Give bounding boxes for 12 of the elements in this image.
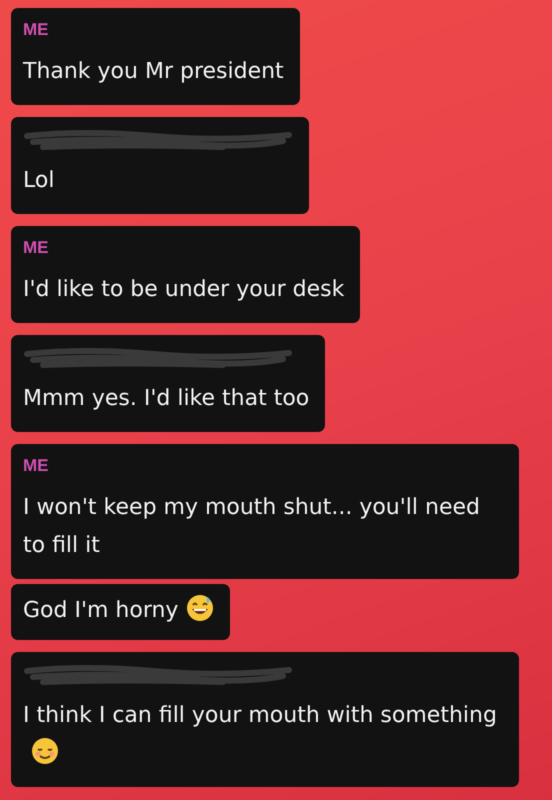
sweat-smile-emoji-icon (186, 594, 214, 622)
message-text: I think I can fill your mouth with something (23, 697, 503, 773)
sender-label: ME (23, 237, 48, 259)
sender-label: ME (23, 19, 48, 41)
smiling-face-icon (31, 737, 59, 765)
message-text: God I'm horny (23, 592, 214, 630)
message-text: Lol (23, 167, 56, 195)
message-text: I'd like to be under your desk (23, 276, 344, 304)
message-text: Mmm yes. I'd like that too (23, 385, 310, 413)
message-text: I won't keep my mouth shut... you'll need to fill it (23, 494, 481, 560)
message-text: Thank you Mr president (23, 58, 284, 86)
sender-label: ME (23, 455, 48, 477)
